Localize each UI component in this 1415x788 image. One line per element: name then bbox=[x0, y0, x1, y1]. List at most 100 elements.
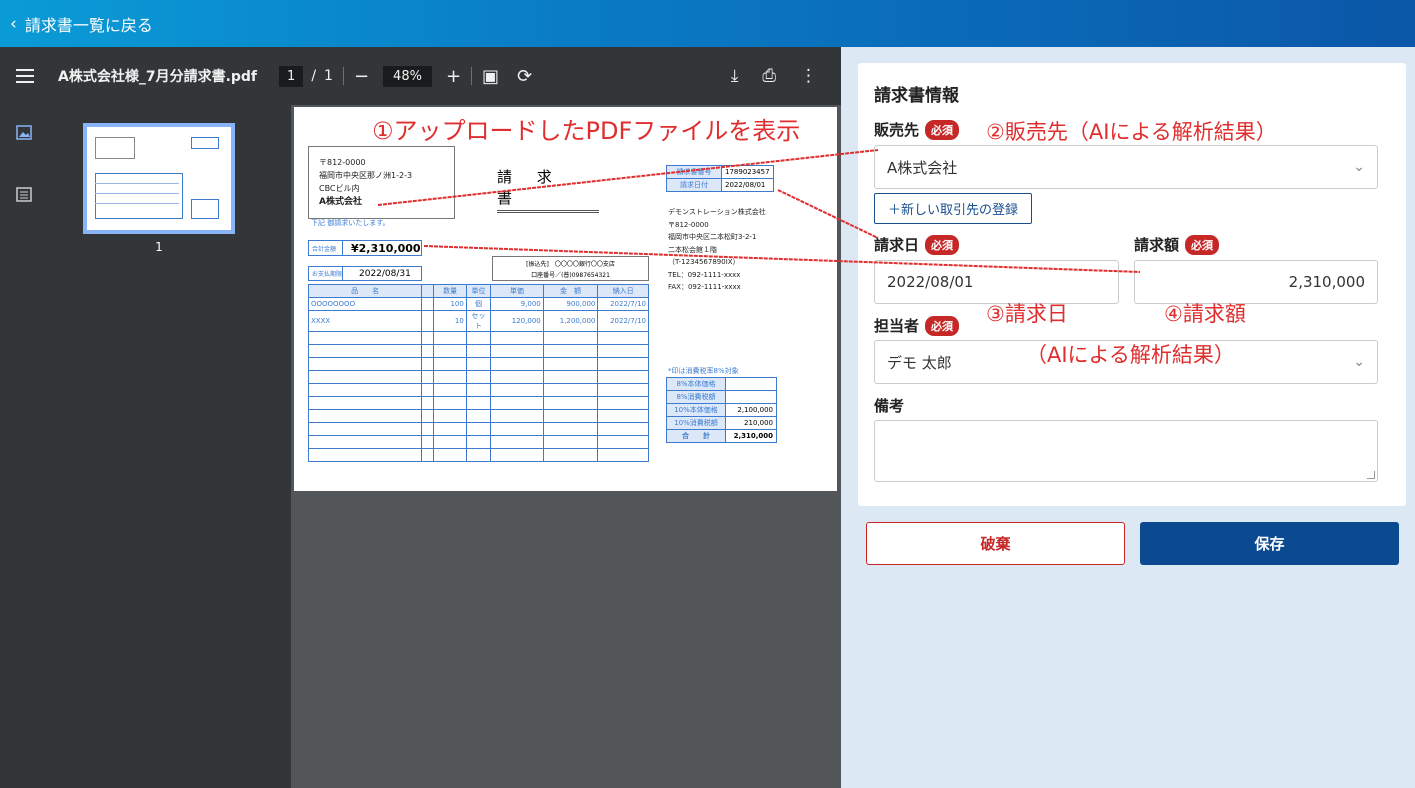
table-row: XXXX 10 セット 120,000 1,200,000 2022/7/10 bbox=[307, 310, 649, 332]
vendor-select[interactable]: A株式会社 ⌄ bbox=[874, 145, 1378, 189]
building-line: CBCビル内 bbox=[319, 184, 360, 193]
zoom-input[interactable]: 48% bbox=[383, 65, 432, 87]
item-qty: 100 bbox=[433, 297, 467, 311]
tax-value: 2,310,000 bbox=[725, 429, 777, 443]
table-row bbox=[307, 357, 649, 371]
zoom-controls: − 48% + bbox=[354, 65, 461, 87]
table-row bbox=[307, 344, 649, 358]
items-table: 品 名 数量 単位 単価 金 額 納入日 OOOOOOOO 100 個 9,00… bbox=[307, 284, 649, 462]
amount-annotation: ④請求額 bbox=[1164, 302, 1246, 326]
document-title: 請 求 書 bbox=[497, 166, 599, 213]
rotate-icon[interactable]: ⟳ bbox=[517, 66, 532, 87]
items-header: 納入日 bbox=[597, 284, 649, 298]
seller-line: TEL：092-1111-xxxx bbox=[668, 270, 741, 279]
due-label: お支払期限 bbox=[309, 267, 343, 280]
item-amount: 1,200,000 bbox=[542, 310, 599, 332]
seller-line: 福岡市中央区二本松町3-2-1 bbox=[668, 233, 757, 241]
toolbar-divider bbox=[471, 67, 473, 85]
thumbnail-page-number: 1 bbox=[155, 240, 163, 254]
meta-key: 請求書番号 bbox=[666, 165, 722, 179]
postal-code: 〒812-0000 bbox=[319, 158, 366, 167]
table-row bbox=[307, 396, 649, 410]
meta-key: 請求日付 bbox=[666, 178, 722, 192]
amount-label-text: 請求額 bbox=[1134, 236, 1180, 254]
invoice-meta-table: 請求書番号 1789023457 請求日付 2022/08/01 bbox=[666, 165, 774, 192]
seller-info: デモンストレーション株式会社 〒812-0000 福岡市中央区二本松町3-2-1… bbox=[668, 206, 766, 294]
table-row: 8%消費税額 bbox=[666, 390, 777, 404]
table-row bbox=[307, 370, 649, 384]
person-value: デモ 太郎 bbox=[887, 353, 952, 372]
tax-table: 8%本体価格 8%消費税額 10%本体価格 2,100,000 10%消費税額 21… bbox=[666, 377, 777, 443]
page-nav: 1 / 1 bbox=[279, 65, 333, 87]
menu-icon[interactable] bbox=[16, 65, 34, 87]
toolbar-right: ⤓ ⎙ ⋮ bbox=[731, 66, 817, 86]
back-link[interactable]: ‹ 請求書一覧に戻る bbox=[10, 12, 153, 36]
bank-info: [振込先] 〇〇〇〇銀行〇〇支店 口座番号／(普)0987654321 bbox=[492, 256, 649, 281]
pdf-annotation: ①アップロードしたPDFファイルを表示 bbox=[372, 117, 801, 145]
total-box: 合計金額 ¥2,310,000 bbox=[308, 240, 422, 256]
vendor-label-text: 販売先 bbox=[874, 121, 920, 139]
table-row bbox=[307, 409, 649, 423]
tax-key: 8%消費税額 bbox=[666, 390, 726, 404]
print-icon[interactable]: ⎙ bbox=[762, 66, 776, 86]
seller-line: 二本松会館１階 bbox=[668, 245, 717, 254]
table-row: OOOOOOOO 100 個 9,000 900,000 2022/7/10 bbox=[307, 297, 649, 311]
items-header: 金 額 bbox=[542, 284, 599, 298]
fit-page-icon[interactable]: ▣ bbox=[482, 66, 499, 87]
person-label: 担当者 必須 bbox=[874, 315, 960, 336]
item-price: 9,000 bbox=[490, 297, 544, 311]
item-name: XXXX bbox=[307, 310, 423, 332]
items-header: 単価 bbox=[490, 284, 544, 298]
table-row bbox=[307, 383, 649, 397]
item-unit: セット bbox=[465, 310, 492, 332]
download-icon[interactable]: ⤓ bbox=[731, 66, 739, 86]
tax-value bbox=[725, 377, 777, 391]
more-options-icon[interactable]: ⋮ bbox=[800, 66, 817, 86]
vendor-value: A株式会社 bbox=[887, 158, 958, 177]
zoom-out-icon[interactable]: − bbox=[354, 66, 369, 87]
customer-name: A株式会社 bbox=[319, 197, 362, 207]
date-label-text: 請求日 bbox=[874, 236, 920, 254]
total-value: ¥2,310,000 bbox=[351, 241, 421, 255]
amount-label: 請求額 必須 bbox=[1134, 234, 1220, 255]
pdf-page: ①アップロードしたPDFファイルを表示 〒812-0000 福岡市中央区那ノ洲1… bbox=[294, 107, 837, 491]
date-label: 請求日 必須 bbox=[874, 234, 960, 255]
required-badge: 必須 bbox=[925, 315, 960, 336]
tax-key: 10%消費税額 bbox=[666, 416, 726, 430]
outline-icon[interactable] bbox=[16, 187, 34, 203]
table-row: 請求日付 2022/08/01 bbox=[666, 178, 774, 192]
due-value: 2022/08/31 bbox=[359, 268, 411, 279]
account-line: 口座番号／(普)0987654321 bbox=[531, 272, 610, 279]
vendor-annotation: ②販売先（AIによる解析結果） bbox=[986, 120, 1277, 144]
table-row bbox=[307, 422, 649, 436]
tax-value bbox=[725, 390, 777, 404]
memo-textarea[interactable] bbox=[874, 420, 1378, 482]
date-annotation: ③請求日 bbox=[986, 302, 1068, 326]
item-name: OOOOOOOO bbox=[307, 297, 423, 311]
file-name: A株式会社様_7月分請求書.pdf bbox=[58, 69, 258, 85]
table-row: 合 計 2,310,000 bbox=[666, 429, 777, 443]
invoice-form: 請求書情報 販売先 必須 ②販売先（AIによる解析結果） A株式会社 ⌄ ＋新し… bbox=[858, 63, 1406, 506]
due-box: お支払期限 2022/08/31 bbox=[308, 266, 422, 281]
invoice-note: 下記 御請求いたします。 bbox=[311, 219, 390, 227]
save-button[interactable]: 保存 bbox=[1140, 522, 1399, 565]
tax-value: 2,100,000 bbox=[725, 403, 777, 417]
item-amount: 900,000 bbox=[542, 297, 599, 311]
item-date: 2022/7/10 bbox=[597, 297, 649, 311]
tax-key: 10%本体価格 bbox=[666, 403, 726, 417]
items-header-row: 品 名 数量 単位 単価 金 額 納入日 bbox=[307, 284, 649, 298]
new-vendor-button[interactable]: ＋新しい取引先の登録 bbox=[874, 193, 1032, 224]
tax-key: 合 計 bbox=[666, 429, 726, 443]
thumbnails-icon[interactable] bbox=[16, 125, 34, 141]
toolbar-divider bbox=[342, 67, 344, 85]
top-bar: ‹ 請求書一覧に戻る bbox=[0, 0, 1415, 47]
page-input[interactable]: 1 bbox=[279, 65, 304, 87]
resize-handle-icon[interactable] bbox=[1367, 471, 1375, 479]
page-thumbnail[interactable] bbox=[83, 123, 235, 234]
zoom-in-icon[interactable]: + bbox=[446, 66, 461, 87]
items-header: 品 名 bbox=[307, 284, 423, 298]
chevron-left-icon: ‹ bbox=[10, 13, 17, 34]
date-value: 2022/08/01 bbox=[887, 273, 974, 291]
person-label-text: 担当者 bbox=[874, 317, 920, 335]
discard-button[interactable]: 破棄 bbox=[866, 522, 1125, 565]
